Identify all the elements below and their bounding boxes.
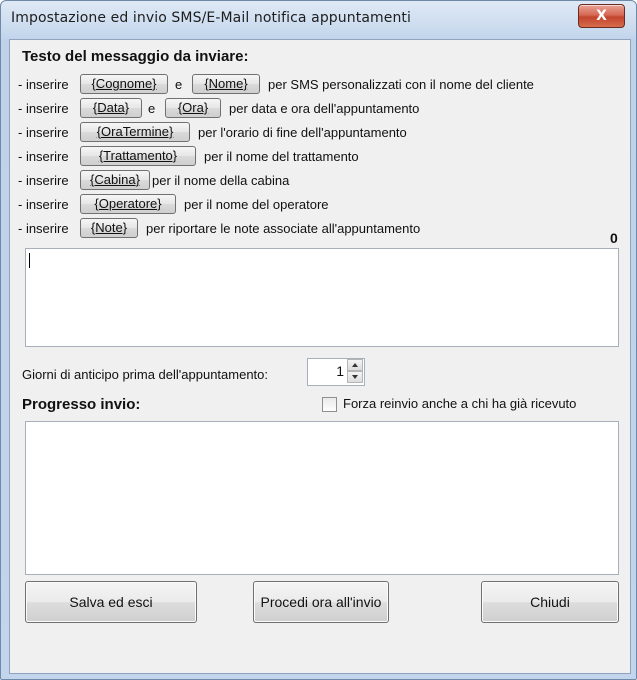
insert-nome-button[interactable]: {Nome} [192, 74, 260, 94]
insert-note-button[interactable]: {Note} [80, 218, 138, 238]
hint-prefix: - inserire [18, 197, 69, 212]
insert-cabina-button[interactable]: {Cabina} [80, 170, 150, 190]
force-resend-checkbox[interactable] [322, 397, 337, 412]
hint-prefix: - inserire [18, 101, 69, 116]
hint-prefix: - inserire [18, 125, 69, 140]
hint-row-name: - inserire {Cognome} e {Nome} per SMS pe… [18, 74, 618, 96]
hint-text: per SMS personalizzati con il nome del c… [268, 77, 534, 92]
days-value[interactable]: 1 [336, 363, 344, 379]
close-icon: X [596, 8, 607, 24]
hint-text: per il nome del operatore [184, 197, 329, 212]
hint-row-notes: - inserire {Note} per riportare le note … [18, 218, 618, 240]
close-window-button[interactable]: X [578, 4, 625, 28]
insert-ora-button[interactable]: {Ora} [165, 98, 221, 118]
progress-log[interactable] [25, 421, 619, 575]
window-title: Impostazione ed invio SMS/E-Mail notific… [11, 10, 412, 26]
force-resend-label[interactable]: Forza reinvio anche a chi ha già ricevut… [343, 396, 576, 411]
text-caret [29, 253, 30, 268]
hint-text: per riportare le note associate all'appu… [146, 221, 421, 236]
message-heading: Testo del messaggio da inviare: [22, 48, 249, 65]
hint-prefix: - inserire [18, 173, 69, 188]
hint-prefix: - inserire [18, 77, 69, 92]
hint-row-cabin: - inserire {Cabina} per il nome della ca… [18, 170, 618, 192]
days-spinner[interactable]: 1 [307, 358, 365, 386]
send-now-button[interactable]: Procedi ora all'invio [253, 581, 389, 623]
save-exit-button[interactable]: Salva ed esci [25, 581, 197, 623]
hint-row-end-time: - inserire {OraTermine} per l'orario di … [18, 122, 618, 144]
insert-data-button[interactable]: {Data} [80, 98, 142, 118]
hint-separator: e [175, 77, 183, 92]
hint-text: per il nome della cabina [152, 173, 290, 188]
char-counter: 0 [610, 230, 618, 246]
dialog-window: Impostazione ed invio SMS/E-Mail notific… [0, 0, 637, 680]
dialog-body: Testo del messaggio da inviare: - inseri… [9, 39, 631, 674]
hint-text: per data e ora dell'appuntamento [229, 101, 420, 116]
message-textarea[interactable] [25, 248, 619, 347]
chevron-down-icon [352, 375, 358, 379]
progress-heading: Progresso invio: [22, 396, 141, 413]
hint-text: per l'orario di fine dell'appuntamento [198, 125, 407, 140]
insert-operatore-button[interactable]: {Operatore} [80, 194, 176, 214]
insert-oratermine-button[interactable]: {OraTermine} [80, 122, 190, 142]
hint-row-operator: - inserire {Operatore} per il nome del o… [18, 194, 618, 216]
days-label: Giorni di anticipo prima dell'appuntamen… [22, 367, 269, 382]
chevron-up-icon [352, 363, 358, 367]
hint-row-treatment: - inserire {Trattamento} per il nome del… [18, 146, 618, 168]
decrement-button[interactable] [347, 371, 363, 383]
hint-text: per il nome del trattamento [204, 149, 359, 164]
hint-prefix: - inserire [18, 221, 69, 236]
title-bar[interactable]: Impostazione ed invio SMS/E-Mail notific… [1, 1, 636, 39]
close-button[interactable]: Chiudi [481, 581, 619, 623]
hint-prefix: - inserire [18, 149, 69, 164]
hint-separator: e [148, 101, 156, 116]
increment-button[interactable] [347, 359, 363, 371]
insert-cognome-button[interactable]: {Cognome} [80, 74, 168, 94]
insert-trattamento-button[interactable]: {Trattamento} [80, 146, 196, 166]
hint-row-date-time: - inserire {Data} e {Ora} per data e ora… [18, 98, 618, 120]
